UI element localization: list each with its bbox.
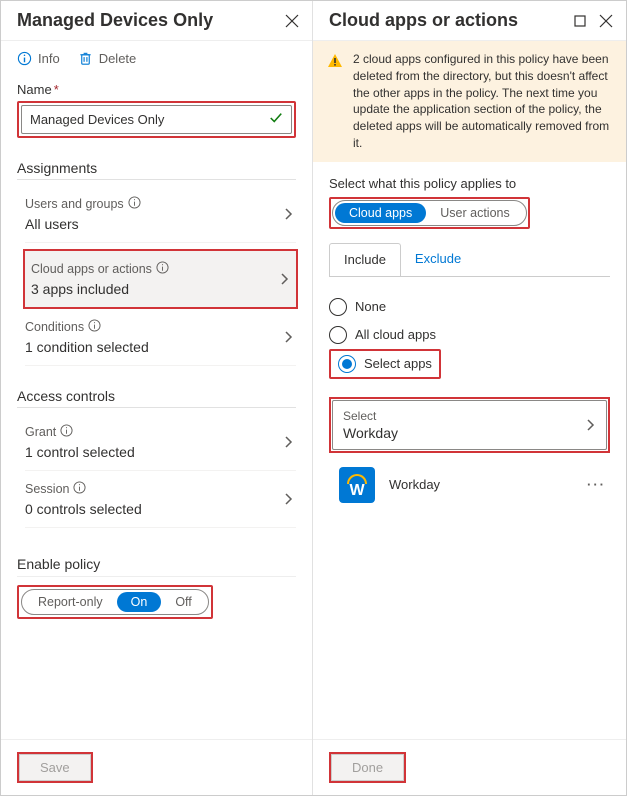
warning-banner: 2 cloud apps configured in this policy h… xyxy=(313,41,626,162)
name-input[interactable]: Managed Devices Only xyxy=(21,105,292,134)
assignments-header: Assignments xyxy=(17,138,296,180)
radio-select-label: Select apps xyxy=(364,356,432,371)
chevron-right-icon xyxy=(284,491,294,507)
grant-label: Grant xyxy=(25,424,135,440)
app-row-workday: W Workday ··· xyxy=(329,453,610,503)
conditions-label: Conditions xyxy=(25,319,149,335)
chevron-right-icon xyxy=(586,417,596,433)
tab-exclude[interactable]: Exclude xyxy=(401,243,475,276)
delete-button[interactable]: Delete xyxy=(78,51,137,66)
toggle-off[interactable]: Off xyxy=(161,592,205,612)
cloud-apps-row[interactable]: Cloud apps or actions 3 apps included xyxy=(25,251,296,307)
select-box-highlight: Select Workday xyxy=(329,397,610,453)
done-button[interactable]: Done xyxy=(331,754,404,781)
radio-all-label: All cloud apps xyxy=(355,327,436,342)
radio-all-cloud-apps[interactable]: All cloud apps xyxy=(329,321,610,349)
right-panel-title: Cloud apps or actions xyxy=(329,10,518,31)
close-icon[interactable] xyxy=(598,13,614,29)
policy-applies-pills[interactable]: Cloud apps User actions xyxy=(332,200,527,226)
name-highlight: Managed Devices Only xyxy=(17,101,296,138)
select-apps-box[interactable]: Select Workday xyxy=(332,400,607,450)
session-row[interactable]: Session 0 controls selected xyxy=(25,471,296,528)
name-field-label: Name* xyxy=(17,82,296,97)
maximize-icon[interactable] xyxy=(572,13,588,29)
right-footer: Done xyxy=(313,739,626,795)
chevron-right-icon xyxy=(280,271,290,287)
radio-select-apps[interactable]: Select apps xyxy=(332,352,438,376)
radio-none[interactable]: None xyxy=(329,293,610,321)
info-icon[interactable] xyxy=(60,424,73,440)
pill-highlight: Cloud apps User actions xyxy=(329,197,530,229)
workday-app-icon: W xyxy=(339,467,375,503)
tab-body-include: None All cloud apps Select apps Select W… xyxy=(329,276,610,519)
select-what-label: Select what this policy applies to xyxy=(313,162,626,197)
access-controls-header: Access controls xyxy=(17,366,296,408)
radio-select-highlight: Select apps xyxy=(329,349,441,379)
valid-check-icon xyxy=(269,111,283,128)
cloud-apps-value: 3 apps included xyxy=(31,281,169,297)
chevron-right-icon xyxy=(284,206,294,222)
info-icon[interactable] xyxy=(88,319,101,335)
radio-icon xyxy=(329,326,347,344)
users-groups-label: Users and groups xyxy=(25,196,141,212)
radio-icon-checked xyxy=(338,355,356,373)
info-button[interactable]: Info xyxy=(17,51,60,66)
chevron-right-icon xyxy=(284,329,294,345)
enable-policy-label: Enable policy xyxy=(17,556,296,577)
app-name: Workday xyxy=(389,477,440,492)
radio-icon xyxy=(329,298,347,316)
warning-text: 2 cloud apps configured in this policy h… xyxy=(353,51,612,152)
toggle-on[interactable]: On xyxy=(117,592,162,612)
left-panel-header: Managed Devices Only xyxy=(1,1,312,41)
session-value: 0 controls selected xyxy=(25,501,142,517)
name-input-value: Managed Devices Only xyxy=(30,112,164,127)
info-label: Info xyxy=(38,51,60,66)
cloud-apps-label: Cloud apps or actions xyxy=(31,261,169,277)
delete-label: Delete xyxy=(99,51,137,66)
session-label: Session xyxy=(25,481,142,497)
pill-cloud-apps[interactable]: Cloud apps xyxy=(335,203,426,223)
right-panel-header: Cloud apps or actions xyxy=(313,1,626,41)
info-icon[interactable] xyxy=(128,196,141,212)
users-groups-row[interactable]: Users and groups All users xyxy=(25,186,296,243)
warning-icon xyxy=(327,53,343,152)
close-icon[interactable] xyxy=(284,13,300,29)
info-icon[interactable] xyxy=(73,481,86,497)
conditions-row[interactable]: Conditions 1 condition selected xyxy=(25,309,296,366)
grant-value: 1 control selected xyxy=(25,444,135,460)
chevron-right-icon xyxy=(284,434,294,450)
radio-none-label: None xyxy=(355,299,386,314)
left-toolbar: Info Delete xyxy=(1,41,312,76)
enable-policy-toggle[interactable]: Report-only On Off xyxy=(21,589,209,615)
select-box-value: Workday xyxy=(343,425,398,441)
toggle-report-only[interactable]: Report-only xyxy=(24,592,117,612)
info-icon[interactable] xyxy=(156,261,169,277)
include-exclude-tabs: Include Exclude xyxy=(329,243,610,276)
right-panel: Cloud apps or actions 2 cloud apps confi… xyxy=(313,1,626,795)
app-more-icon[interactable]: ··· xyxy=(587,477,606,492)
save-button[interactable]: Save xyxy=(19,754,91,781)
conditions-value: 1 condition selected xyxy=(25,339,149,355)
cloud-apps-highlight: Cloud apps or actions 3 apps included xyxy=(23,249,298,309)
left-panel-title: Managed Devices Only xyxy=(17,10,213,31)
tab-include[interactable]: Include xyxy=(329,243,401,277)
pill-user-actions[interactable]: User actions xyxy=(426,203,523,223)
users-groups-value: All users xyxy=(25,216,141,232)
left-panel: Managed Devices Only Info Delete Name* M… xyxy=(1,1,313,795)
grant-row[interactable]: Grant 1 control selected xyxy=(25,414,296,471)
left-footer: Save xyxy=(1,739,312,795)
select-box-label: Select xyxy=(343,409,398,423)
